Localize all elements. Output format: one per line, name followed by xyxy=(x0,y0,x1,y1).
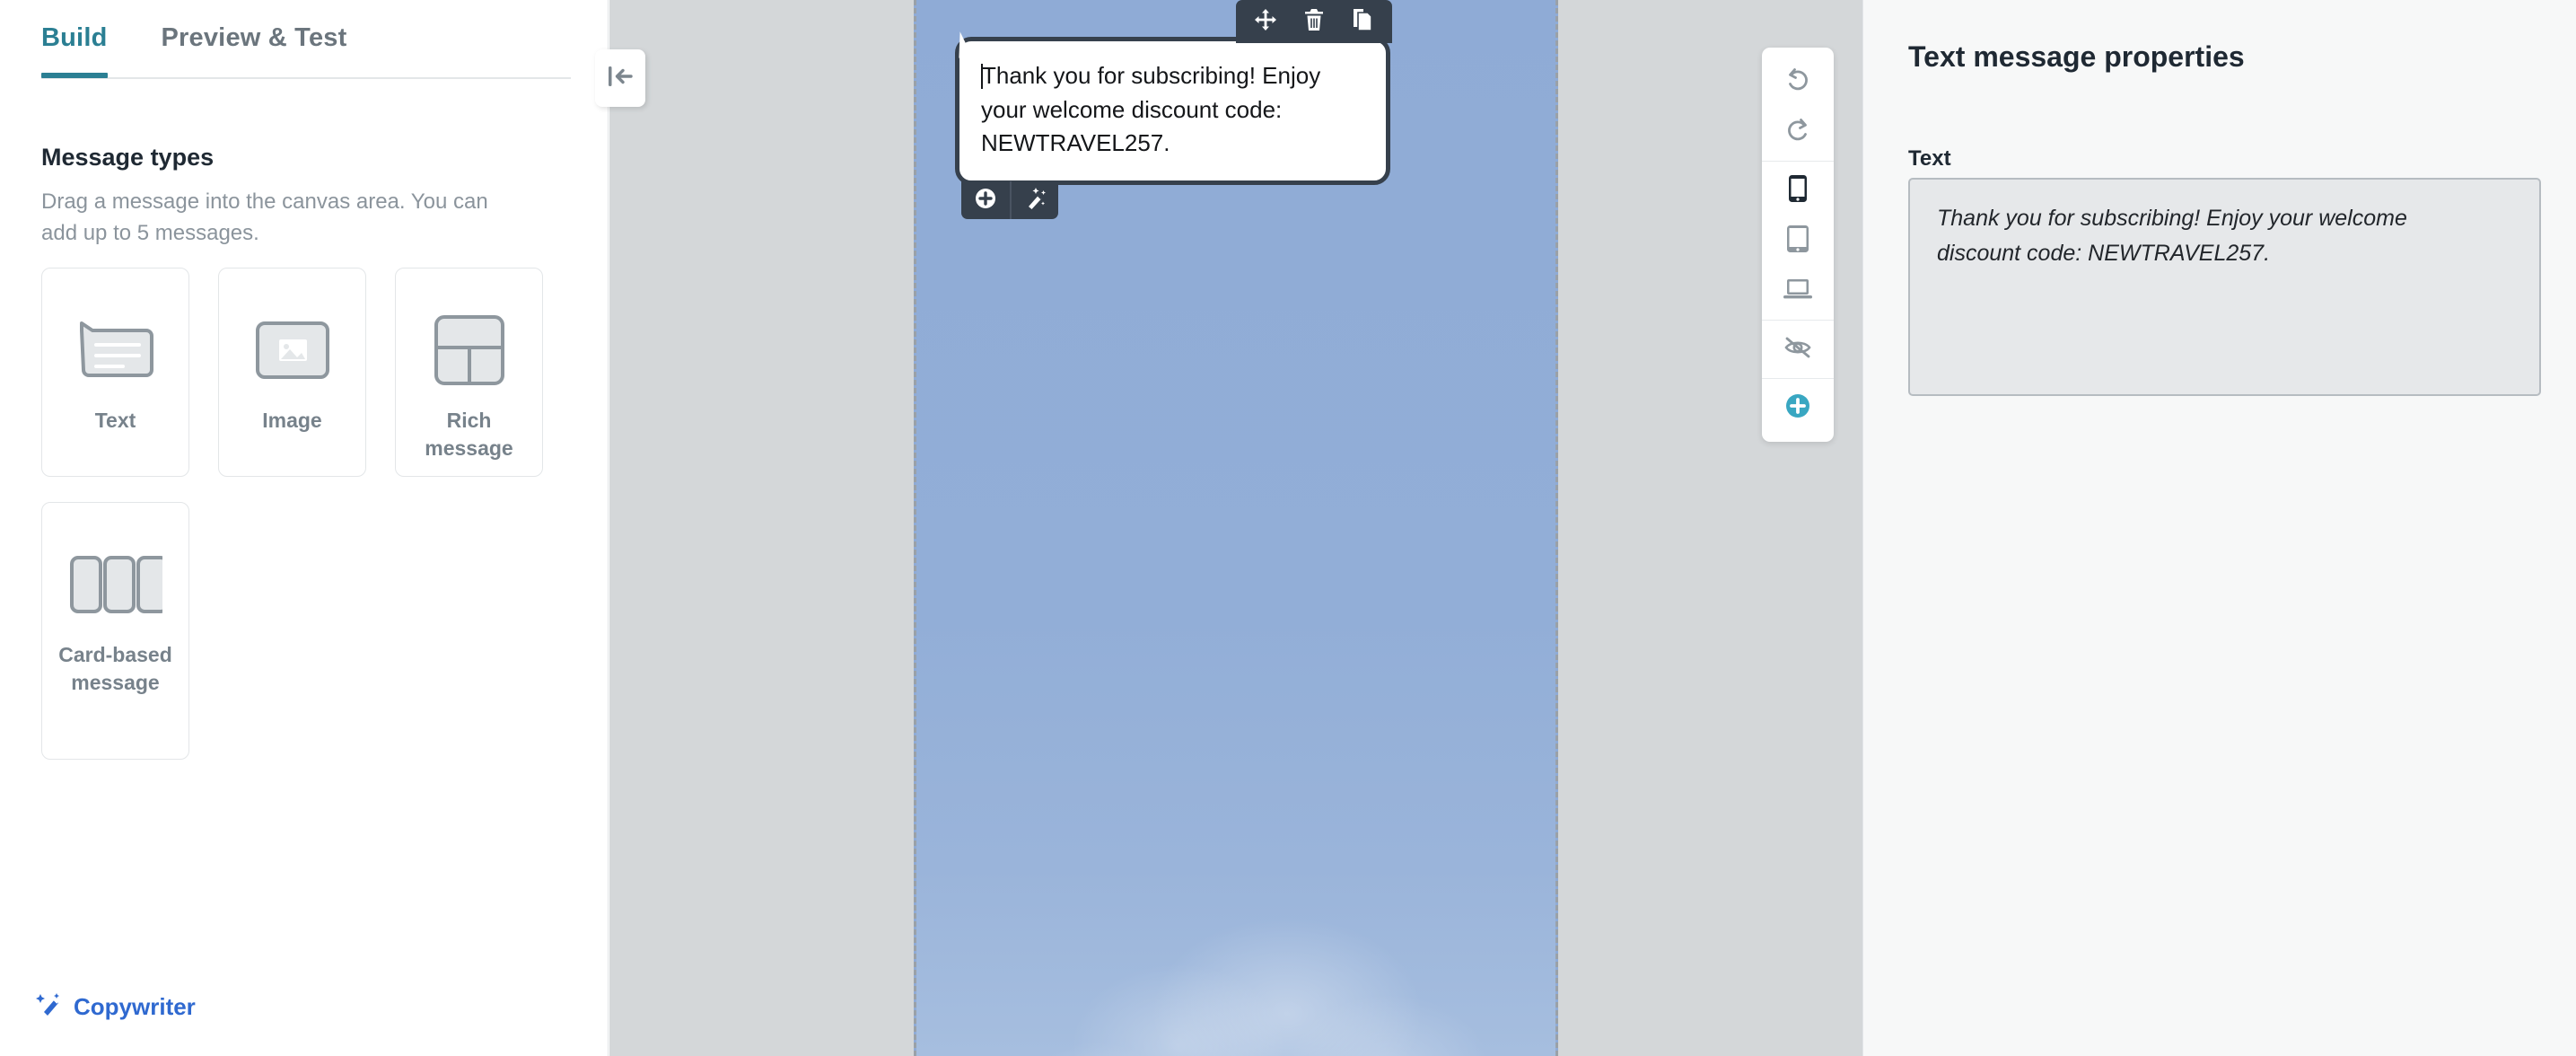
move-arrows-icon xyxy=(1254,8,1277,36)
tablet-icon xyxy=(1785,224,1810,258)
text-field-input[interactable]: Thank you for subscribing! Enjoy your we… xyxy=(1908,178,2541,396)
eye-slash-icon xyxy=(1783,335,1812,365)
message-type-label: Image xyxy=(262,409,322,432)
bubble-toolbar-top xyxy=(1236,0,1392,43)
message-type-label: Text xyxy=(94,409,136,432)
message-bubble[interactable]: Thank you for subscribing! Enjoy your we… xyxy=(949,31,1390,186)
copywriter-label: Copywriter xyxy=(74,993,196,1020)
bubble-move-button[interactable] xyxy=(1241,1,1290,42)
card-carousel-icon xyxy=(69,544,162,625)
phone-preview[interactable]: Thank you for subscribing! Enjoy your we… xyxy=(914,0,1558,1056)
undo-button[interactable] xyxy=(1762,57,1834,107)
toolbar-group-history xyxy=(1762,53,1834,161)
magic-wand-icon xyxy=(1023,187,1047,215)
toolbar-group-visibility xyxy=(1762,320,1834,378)
text-field-label: Text xyxy=(1908,146,1951,171)
canvas-area[interactable]: Thank you for subscribing! Enjoy your we… xyxy=(609,0,1862,1056)
desktop-view-button[interactable] xyxy=(1762,266,1834,316)
hide-preview-button[interactable] xyxy=(1762,324,1834,374)
message-type-text[interactable]: Text xyxy=(41,268,189,477)
message-types-description: Drag a message into the canvas area. You… xyxy=(41,189,488,245)
collapse-sidebar-button[interactable] xyxy=(595,49,645,107)
message-type-row: Text Image Rich message xyxy=(41,268,580,477)
message-type-label: Rich message xyxy=(425,409,513,461)
message-type-rich-message[interactable]: Rich message xyxy=(395,268,543,477)
sidebar-tabs: Build Preview & Test xyxy=(41,23,571,79)
copywriter-link[interactable]: Copywriter xyxy=(36,990,196,1024)
tablet-view-button[interactable] xyxy=(1762,216,1834,266)
message-type-label: Card-based message xyxy=(58,643,172,695)
message-types-heading: Message types xyxy=(41,144,215,171)
bubble-toolbar-bottom xyxy=(961,181,1058,220)
bubble-duplicate-button[interactable] xyxy=(1338,1,1387,42)
toolbar-group-devices xyxy=(1762,161,1834,320)
mobile-icon xyxy=(1787,174,1809,207)
redo-button[interactable] xyxy=(1762,107,1834,157)
image-placeholder-icon xyxy=(255,310,330,391)
properties-panel-title: Text message properties xyxy=(1908,40,2245,73)
mobile-view-button[interactable] xyxy=(1762,165,1834,216)
tab-preview-and-test[interactable]: Preview & Test xyxy=(162,23,347,76)
copy-icon xyxy=(1352,8,1373,36)
bubble-add-button[interactable] xyxy=(961,181,1010,219)
tab-build[interactable]: Build xyxy=(41,23,108,78)
redo-icon xyxy=(1784,117,1811,148)
left-sidebar: Build Preview & Test Message types Drag … xyxy=(0,0,609,1056)
message-type-image[interactable]: Image xyxy=(218,268,366,477)
text-bubble-icon xyxy=(76,310,155,391)
bubble-text: Thank you for subscribing! Enjoy your we… xyxy=(981,62,1321,157)
bubble-copywriter-button[interactable] xyxy=(1010,181,1058,220)
message-builder-app: Build Preview & Test Message types Drag … xyxy=(0,0,2576,1056)
add-message-button[interactable] xyxy=(1762,383,1834,433)
rich-layout-icon xyxy=(434,310,505,391)
plus-circle-filled-icon xyxy=(1784,392,1811,424)
toolbar-group-add xyxy=(1762,378,1834,436)
canvas-toolbar xyxy=(1762,48,1834,442)
magic-wand-icon xyxy=(36,990,63,1024)
message-type-row: Card-based message xyxy=(41,502,580,760)
collapse-left-icon xyxy=(606,63,635,94)
trash-icon xyxy=(1303,8,1325,36)
laptop-icon xyxy=(1783,277,1813,306)
properties-panel: Text message properties Text Thank you f… xyxy=(1862,0,2576,1056)
message-type-card-based-message[interactable]: Card-based message xyxy=(41,502,189,760)
undo-icon xyxy=(1784,66,1811,98)
message-type-grid: Text Image Rich message Card-based messa… xyxy=(41,268,580,785)
plus-circle-icon xyxy=(974,187,997,215)
bubble-delete-button[interactable] xyxy=(1290,1,1338,42)
message-bubble-wrapper: Thank you for subscribing! Enjoy your we… xyxy=(949,0,1392,220)
